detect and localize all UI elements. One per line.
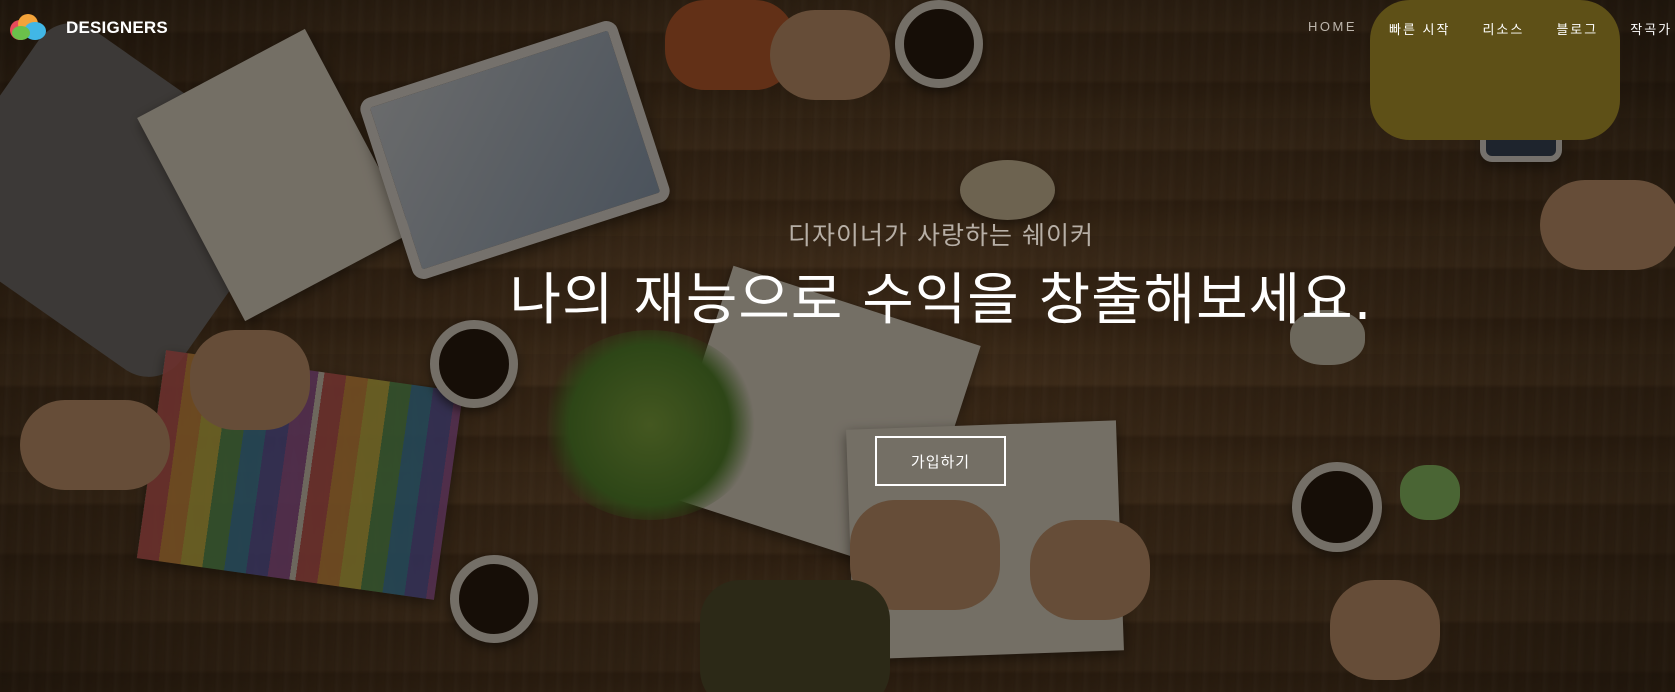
nav-item-blog[interactable]: 블로그 [1556,19,1598,38]
signup-button[interactable]: 가입하기 [875,436,1006,486]
hero-subtitle: 디자이너가 사랑하는 쉐이커 [788,221,1094,250]
brand-link[interactable]: DESIGNERS [8,14,168,42]
dark-overlay [0,0,1675,692]
nav-menu: HOME 빠른 시작 리소스 블로그 작곡가 [1308,19,1675,38]
nav-item-quick-start[interactable]: 빠른 시작 [1389,19,1450,38]
nav-item-home[interactable]: HOME [1308,19,1357,38]
nav-item-composers[interactable]: 작곡가 [1630,19,1672,38]
hero-section: DESIGNERS HOME 빠른 시작 리소스 블로그 작곡가 디자이너가 사… [0,0,1675,692]
navbar: DESIGNERS HOME 빠른 시작 리소스 블로그 작곡가 [0,0,1675,56]
hero-headline: 나의 재능으로 수익을 창출해보세요. [509,268,1373,333]
nav-item-resources[interactable]: 리소스 [1482,19,1524,38]
brand-name: DESIGNERS [66,18,168,37]
colorful-cloud-logo-icon [8,14,48,42]
